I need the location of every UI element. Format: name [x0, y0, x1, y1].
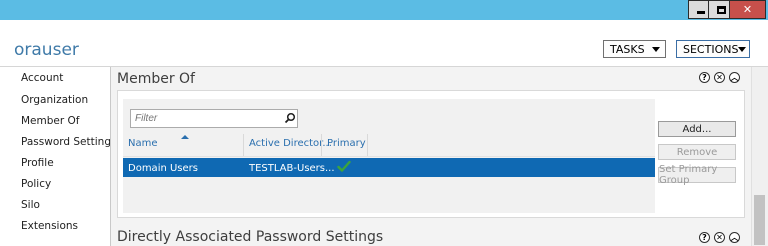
nav-item-account[interactable]: Account	[21, 72, 63, 84]
collapse-icon[interactable]: ︿	[729, 232, 740, 243]
collapse-icon[interactable]: ︿	[729, 72, 740, 83]
tasks-dropdown[interactable]: TASKS	[603, 40, 666, 58]
nav-item-extensions[interactable]: Extensions	[21, 220, 78, 232]
tasks-label: TASKS	[610, 42, 645, 56]
nav-item-member-of[interactable]: Member Of	[21, 115, 80, 127]
filter-input[interactable]	[130, 109, 298, 128]
page-header: orauser TASKS SECTIONS	[0, 20, 768, 66]
nav-item-policy[interactable]: Policy	[21, 178, 51, 190]
column-header-active-directory[interactable]: Active Director...	[249, 138, 332, 149]
remove-button[interactable]: Remove	[658, 144, 736, 160]
add-button[interactable]: Add...	[658, 121, 736, 137]
primary-check-icon	[337, 160, 351, 172]
close-button[interactable]: ✕	[729, 0, 766, 19]
nav-item-organization[interactable]: Organization	[21, 94, 88, 106]
help-icon[interactable]: ?	[699, 232, 710, 243]
set-primary-group-button[interactable]: Set Primary Group	[658, 164, 736, 186]
chevron-down-icon	[738, 46, 747, 52]
chevron-down-icon	[652, 46, 660, 52]
sort-ascending-icon	[181, 135, 189, 139]
maximize-icon	[716, 5, 726, 14]
search-icon[interactable]	[284, 112, 296, 124]
member-of-title: Member Of	[117, 71, 195, 87]
sections-label: SECTIONS	[683, 42, 739, 56]
column-separator	[321, 134, 322, 156]
nav-item-password-settings[interactable]: Password Settings	[21, 136, 116, 148]
nav-item-silo[interactable]: Silo	[21, 199, 40, 211]
cell-path: TESTLAB-Users...	[249, 163, 335, 174]
column-separator	[367, 134, 368, 156]
close-section-icon[interactable]: ✕	[714, 232, 725, 243]
minimize-icon	[697, 11, 705, 14]
help-icon[interactable]: ?	[699, 72, 710, 83]
close-icon: ✕	[742, 3, 753, 16]
window-titlebar[interactable]: ✕	[0, 0, 768, 20]
sections-dropdown[interactable]: SECTIONS	[676, 40, 750, 58]
page-title: orauser	[14, 40, 79, 60]
column-header-primary[interactable]: Primary	[327, 138, 366, 149]
scrollbar-thumb[interactable]	[754, 195, 765, 245]
column-separator	[243, 134, 244, 156]
cell-name: Domain Users	[128, 163, 198, 174]
nav-item-profile[interactable]: Profile	[21, 157, 54, 169]
header-divider-line	[123, 156, 655, 157]
password-settings-title: Directly Associated Password Settings	[117, 229, 384, 245]
close-section-icon[interactable]: ✕	[714, 72, 725, 83]
table-row[interactable]	[123, 158, 655, 177]
column-header-name[interactable]: Name	[128, 138, 158, 149]
